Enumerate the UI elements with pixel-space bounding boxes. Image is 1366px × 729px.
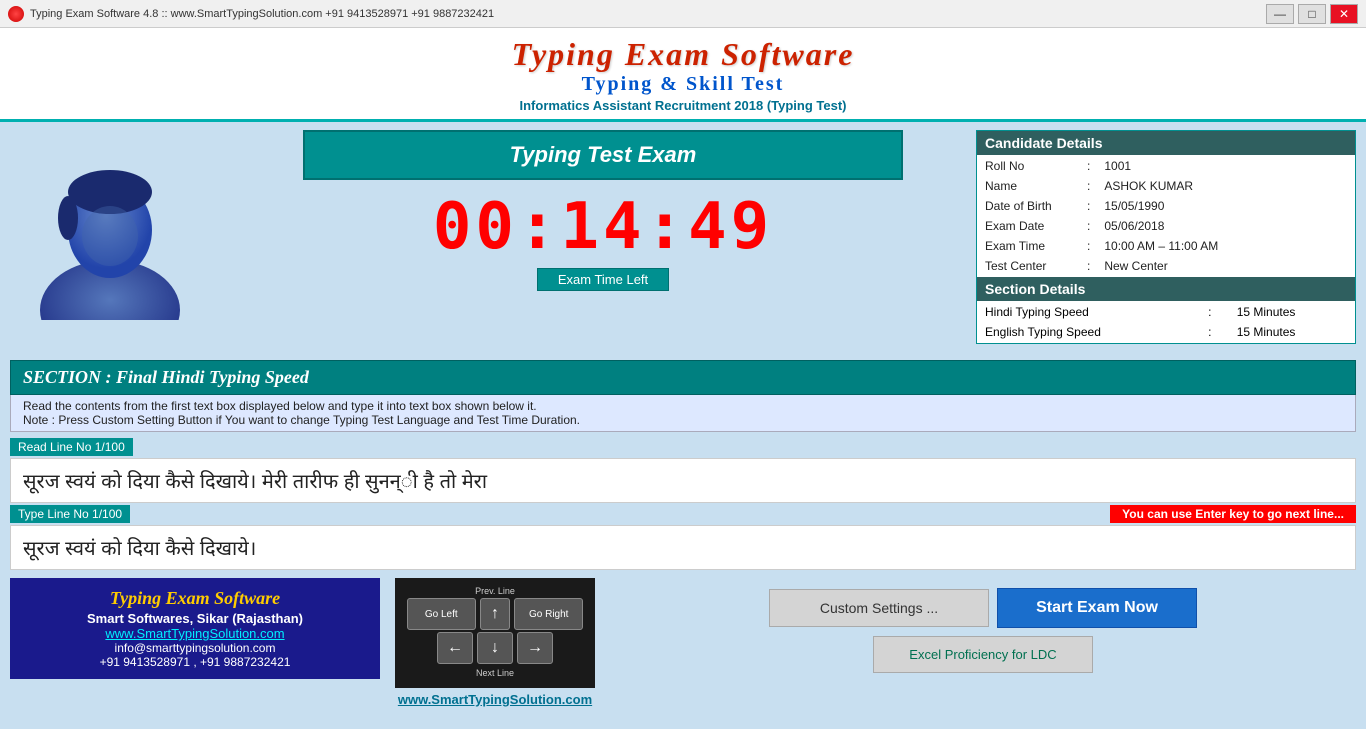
type-line-box[interactable]: सूरज स्वयं को दिया कैसे दिखाये। (10, 525, 1356, 570)
go-left-label: Go Left (425, 609, 458, 620)
down-arrow-icon: ↓ (491, 639, 499, 657)
minimize-button[interactable]: — (1266, 4, 1294, 24)
section-instructions: Read the contents from the first text bo… (10, 395, 1356, 432)
section-details-header: Section Details (977, 277, 1355, 301)
keyboard-diagram-box: Prev. Line Go Left ↑ Go Right ← (390, 578, 600, 707)
company-website[interactable]: www.SmartTypingSolution.com (20, 626, 370, 641)
right-column: Candidate Details Roll No : 1001 Name : … (976, 130, 1356, 344)
prev-line-label: Prev. Line (475, 586, 515, 596)
right-arrow-icon: → (527, 639, 543, 657)
candidate-details-box: Candidate Details Roll No : 1001 Name : … (976, 130, 1356, 344)
section-row-english: English Typing Speed : 15 Minutes (979, 323, 1353, 341)
company-email: info@smarttypingsolution.com (20, 641, 370, 655)
up-arrow-icon: ↑ (491, 605, 499, 623)
value-examdate: 05/06/2018 (1098, 217, 1353, 235)
label-rollno: Roll No (979, 157, 1079, 175)
left-arrow-icon: ← (447, 639, 463, 657)
timer-display: 00:14:49 (433, 190, 773, 264)
section-area: SECTION : Final Hindi Typing Speed Read … (10, 360, 1356, 432)
instruction-line1: Read the contents from the first text bo… (23, 399, 1343, 413)
value-hindi-speed: 15 Minutes (1231, 303, 1353, 321)
company-phone: +91 9413528971 , +91 9887232421 (20, 655, 370, 669)
read-line-label-text: Read Line No 1/100 (10, 438, 133, 456)
app-icon (8, 6, 24, 22)
keyboard-diagram: Prev. Line Go Left ↑ Go Right ← (395, 578, 595, 688)
bottom-row: Typing Exam Software Smart Softwares, Si… (10, 578, 1356, 707)
label-examtime: Exam Time (979, 237, 1079, 255)
up-arrow-key[interactable]: ↑ (480, 598, 511, 630)
app-title-sub: Typing & Skill Test (0, 73, 1366, 96)
section-title-bar: SECTION : Final Hindi Typing Speed (10, 360, 1356, 395)
avatar-box (10, 130, 210, 330)
candidate-table: Roll No : 1001 Name : ASHOK KUMAR Date o… (977, 155, 1355, 277)
label-examdate: Exam Date (979, 217, 1079, 235)
label-testcenter: Test Center (979, 257, 1079, 275)
app-subtitle-info: Informatics Assistant Recruitment 2018 (… (0, 98, 1366, 113)
label-dob: Date of Birth (979, 197, 1079, 215)
right-buttons: Custom Settings ... Start Exam Now Excel… (610, 578, 1356, 673)
value-rollno: 1001 (1098, 157, 1353, 175)
center-column: Typing Test Exam 00:14:49 Exam Time Left (240, 130, 966, 344)
candidate-row-testcenter: Test Center : New Center (979, 257, 1353, 275)
value-name: ASHOK KUMAR (1098, 177, 1353, 195)
excel-proficiency-button[interactable]: Excel Proficiency for LDC (873, 636, 1093, 673)
read-line-box: सूरज स्वयं को दिया कैसे दिखाये। मेरी तार… (10, 458, 1356, 503)
down-arrow-key[interactable]: ↓ (477, 632, 513, 664)
candidate-row-examdate: Exam Date : 05/06/2018 (979, 217, 1353, 235)
section-row-hindi: Hindi Typing Speed : 15 Minutes (979, 303, 1353, 321)
instruction-line2: Note : Press Custom Setting Button if Yo… (23, 413, 1343, 427)
go-right-key: Go Right (514, 598, 583, 630)
title-bar-controls: — □ ✕ (1266, 4, 1358, 24)
candidate-row-dob: Date of Birth : 15/05/1990 (979, 197, 1353, 215)
title-bar-text: Typing Exam Software 4.8 :: www.SmartTyp… (30, 8, 1266, 20)
left-column (10, 130, 230, 344)
main-content: Typing Test Exam 00:14:49 Exam Time Left… (0, 122, 1366, 352)
maximize-button[interactable]: □ (1298, 4, 1326, 24)
go-left-key: Go Left (407, 598, 476, 630)
exam-time-label: Exam Time Left (537, 268, 669, 291)
typing-test-banner: Typing Test Exam (303, 130, 903, 180)
avatar (30, 140, 190, 320)
custom-settings-button[interactable]: Custom Settings ... (769, 589, 989, 627)
start-exam-button[interactable]: Start Exam Now (997, 588, 1197, 628)
company-name: Typing Exam Software (20, 588, 370, 609)
value-english-speed: 15 Minutes (1231, 323, 1353, 341)
value-testcenter: New Center (1098, 257, 1353, 275)
section-table: Hindi Typing Speed : 15 Minutes English … (977, 301, 1355, 343)
label-name: Name (979, 177, 1079, 195)
left-arrow-key[interactable]: ← (437, 632, 473, 664)
type-line-label-text: Type Line No 1/100 (10, 505, 130, 523)
typed-text: सूरज स्वयं को दिया कैसे दिखाये। (23, 538, 256, 560)
candidate-row-examtime: Exam Time : 10:00 AM – 11:00 AM (979, 237, 1353, 255)
typing-test-banner-text: Typing Test Exam (510, 142, 697, 167)
right-arrow-key[interactable]: → (517, 632, 553, 664)
candidate-row-name: Name : ASHOK KUMAR (979, 177, 1353, 195)
value-examtime: 10:00 AM – 11:00 AM (1098, 237, 1353, 255)
bottom-website[interactable]: www.SmartTypingSolution.com (398, 692, 592, 707)
go-right-label: Go Right (529, 609, 568, 620)
section-title-text: SECTION : Final Hindi Typing Speed (23, 367, 309, 387)
next-line-label: Next Line (476, 668, 514, 678)
title-bar: Typing Exam Software 4.8 :: www.SmartTyp… (0, 0, 1366, 28)
candidate-header: Candidate Details (977, 131, 1355, 155)
app-header: Typing Exam Software Typing & Skill Test… (0, 28, 1366, 122)
company-address: Smart Softwares, Sikar (Rajasthan) (20, 611, 370, 626)
app-title-main: Typing Exam Software (0, 36, 1366, 73)
close-button[interactable]: ✕ (1330, 4, 1358, 24)
value-dob: 15/05/1990 (1098, 197, 1353, 215)
company-box: Typing Exam Software Smart Softwares, Si… (10, 578, 380, 679)
label-hindi-speed: Hindi Typing Speed (979, 303, 1200, 321)
label-english-speed: English Typing Speed (979, 323, 1200, 341)
read-line-label: Read Line No 1/100 (0, 432, 1366, 456)
type-line-row: Type Line No 1/100 You can use Enter key… (10, 505, 1356, 523)
enter-hint-text: You can use Enter key to go next line... (1110, 505, 1356, 523)
candidate-row-rollno: Roll No : 1001 (979, 157, 1353, 175)
